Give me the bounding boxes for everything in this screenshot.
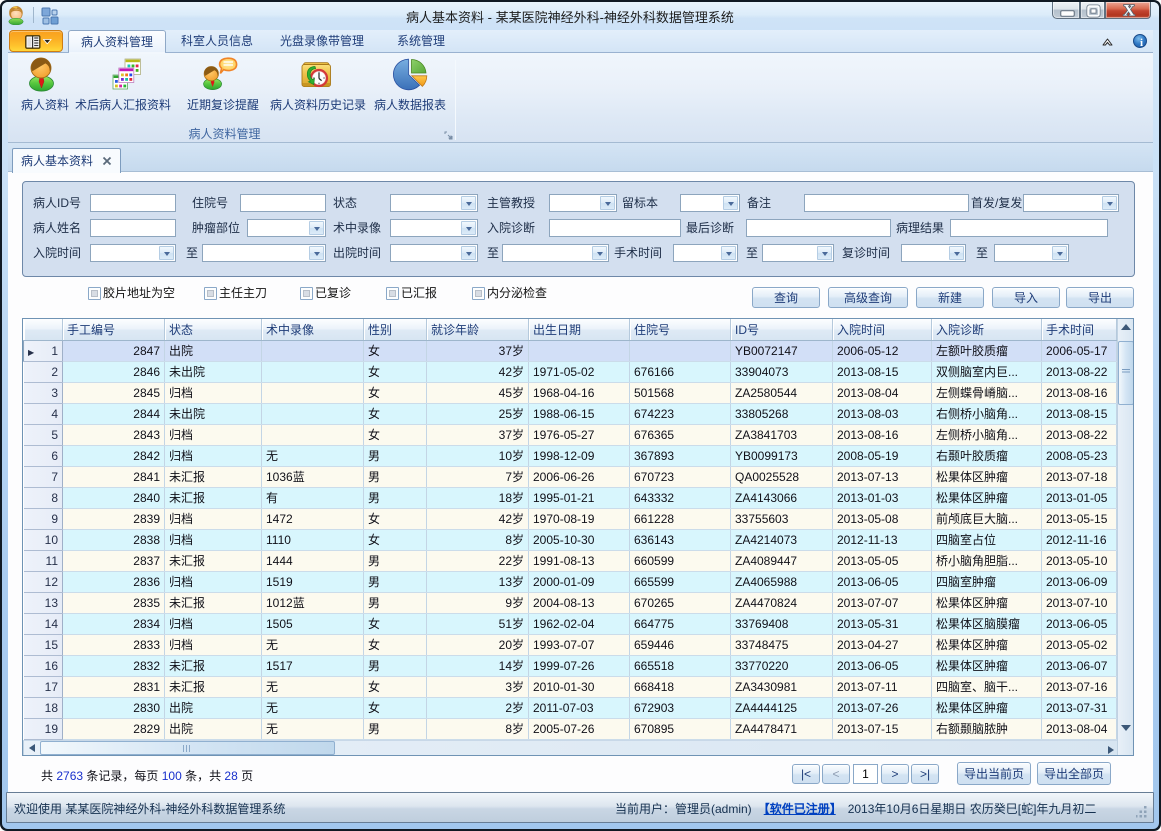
svg-text:X: X <box>1123 3 1135 20</box>
